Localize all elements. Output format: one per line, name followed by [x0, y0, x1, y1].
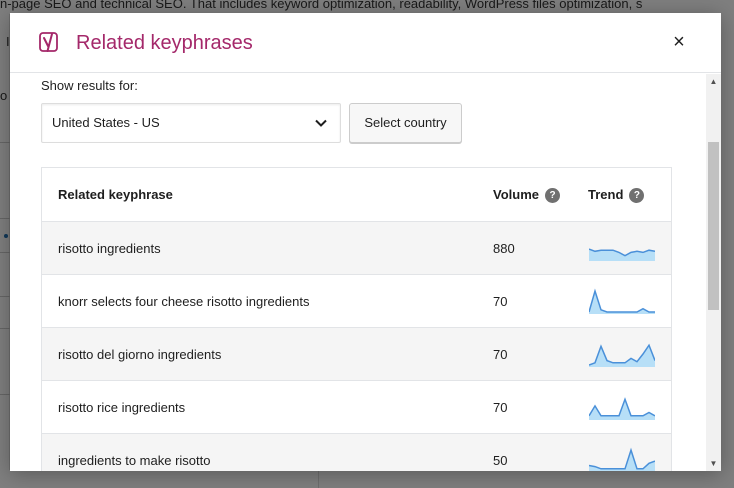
scrollbar-thumb[interactable] — [708, 142, 719, 310]
country-select-value: United States - US — [52, 115, 160, 130]
table-row: risotto del giorno ingredients 70 — [42, 328, 671, 381]
modal-header: Related keyphrases × — [10, 13, 721, 73]
modal-body: Show results for: United States - US Sel… — [10, 74, 706, 471]
trend-line — [589, 447, 655, 470]
table-row: risotto ingredients 880 — [42, 222, 671, 275]
modal-scrollbar[interactable]: ▲ ▼ — [706, 74, 721, 471]
select-country-button[interactable]: Select country — [349, 103, 462, 143]
table-row: ingredients to make risotto 50 — [42, 434, 671, 471]
country-select[interactable]: United States - US — [41, 103, 341, 143]
trend-sparkline — [589, 343, 655, 367]
header-volume: Volume? — [493, 168, 560, 222]
modal-title: Related keyphrases — [76, 32, 253, 54]
row-volume: 70 — [493, 400, 508, 415]
header-volume-label: Volume — [493, 187, 539, 202]
row-keyphrase: risotto rice ingredients — [58, 400, 186, 415]
row-keyphrase: knorr selects four cheese risotto ingred… — [58, 294, 310, 309]
chevron-down-icon — [315, 119, 327, 127]
trend-sparkline — [589, 288, 655, 314]
row-volume: 880 — [493, 241, 515, 256]
volume-help-icon[interactable]: ? — [545, 188, 560, 204]
row-volume: 70 — [493, 294, 508, 309]
yoast-logo-icon — [39, 32, 58, 52]
row-volume: 70 — [493, 347, 508, 362]
scroll-up-icon[interactable]: ▲ — [706, 74, 721, 89]
table-row: risotto rice ingredients 70 — [42, 381, 671, 434]
close-icon[interactable]: × — [666, 29, 692, 55]
trend-help-icon[interactable]: ? — [629, 188, 645, 204]
table-header-row: Related keyphrase Volume? Trend? — [42, 168, 671, 222]
header-keyphrase: Related keyphrase — [58, 187, 173, 202]
related-keyphrases-table: Related keyphrase Volume? Trend? risotto… — [41, 167, 672, 471]
row-keyphrase: ingredients to make risotto — [58, 453, 211, 468]
table-row: knorr selects four cheese risotto ingred… — [42, 275, 671, 328]
trend-sparkline — [589, 397, 655, 420]
trend-area — [589, 345, 655, 367]
row-volume: 50 — [493, 453, 508, 468]
header-trend: Trend? — [588, 168, 645, 222]
related-keyphrases-modal: Related keyphrases × Show results for: U… — [10, 13, 721, 471]
scroll-down-icon[interactable]: ▼ — [706, 456, 721, 471]
row-keyphrase: risotto del giorno ingredients — [58, 347, 222, 362]
row-keyphrase: risotto ingredients — [58, 241, 161, 256]
trend-sparkline — [589, 248, 655, 261]
trend-sparkline — [589, 447, 655, 471]
header-trend-label: Trend — [588, 187, 624, 202]
show-results-label: Show results for: — [41, 78, 138, 93]
